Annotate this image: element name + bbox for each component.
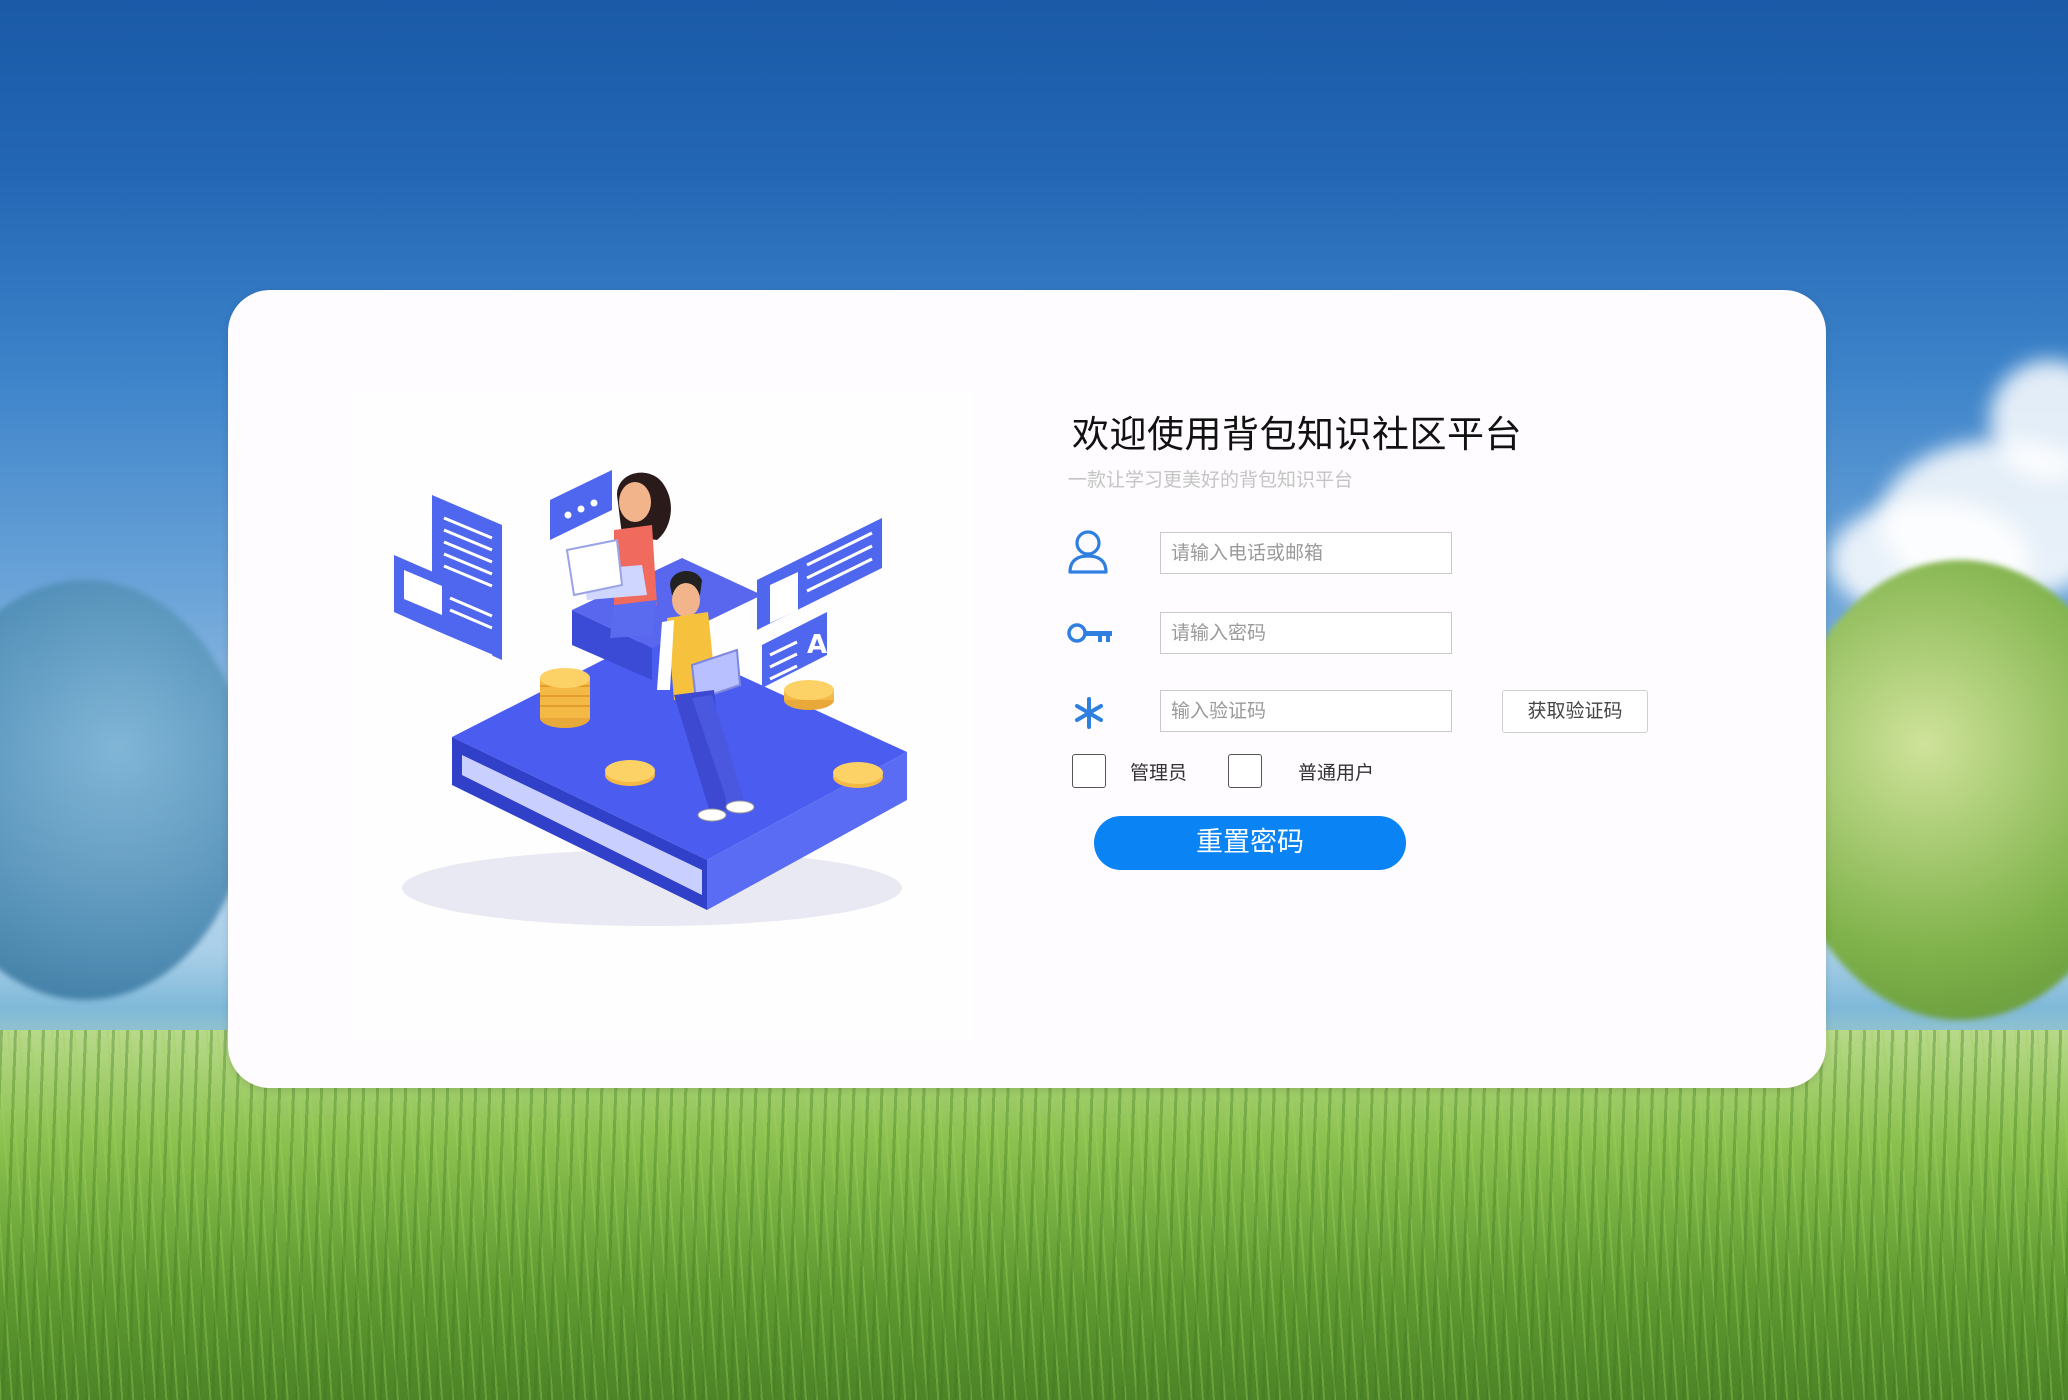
coin-stack — [540, 668, 590, 728]
page-subtitle: 一款让学习更美好的背包知识平台 — [1068, 469, 1354, 491]
asterisk-icon — [1074, 696, 1104, 730]
illustration: A — [352, 390, 972, 1040]
password-input[interactable] — [1160, 612, 1452, 654]
key-icon — [1066, 620, 1114, 650]
user-checkbox[interactable] — [1228, 754, 1262, 788]
user-label: 普通用户 — [1298, 762, 1375, 784]
admin-label: 管理员 — [1130, 762, 1188, 784]
account-input[interactable] — [1160, 532, 1452, 574]
reset-password-button[interactable]: 重置密码 — [1094, 816, 1406, 870]
page-title: 欢迎使用背包知识社区平台 — [1072, 413, 1522, 456]
admin-checkbox[interactable] — [1072, 754, 1106, 788]
verification-code-input[interactable] — [1160, 690, 1452, 732]
people-on-book-illustration: A — [394, 470, 907, 926]
svg-text:A: A — [807, 630, 827, 660]
get-code-button[interactable]: 获取验证码 — [1502, 690, 1648, 733]
user-icon — [1066, 528, 1110, 578]
